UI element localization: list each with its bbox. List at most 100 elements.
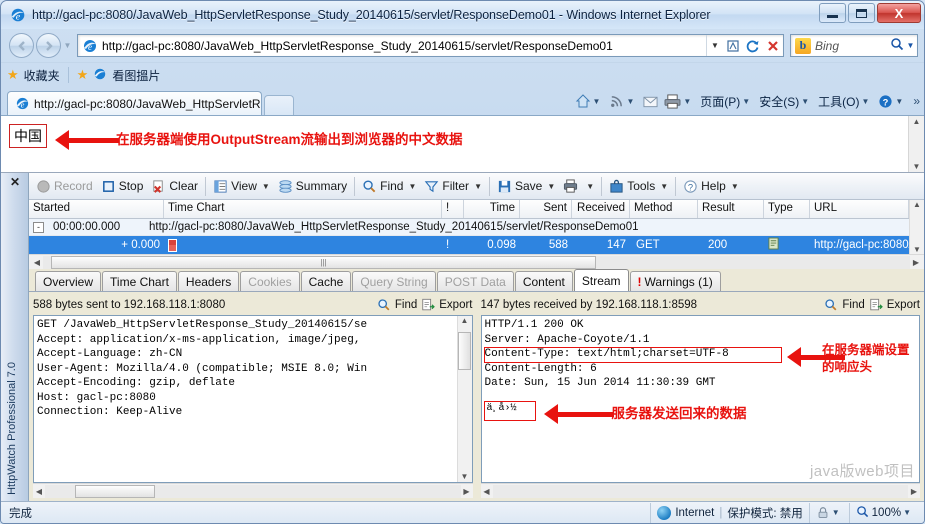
chevron-down-icon[interactable]: ▼ (593, 97, 601, 106)
new-tab-button[interactable] (264, 95, 294, 115)
compatibility-view-icon[interactable] (723, 35, 743, 56)
search-icon[interactable] (890, 37, 904, 54)
table-row[interactable]: - 00:00:00.000 http://gacl-pc:8080/JavaW… (29, 219, 909, 236)
browser-tab[interactable]: e http://gacl-pc:8080/JavaWeb_HttpServle… (7, 91, 262, 115)
url-dropdown-icon[interactable]: ▼ (706, 35, 723, 56)
tab-warnings[interactable]: ! Warnings (1) (629, 271, 721, 291)
chevron-down-icon[interactable]: ▼ (903, 508, 911, 517)
scroll-thumb[interactable] (458, 332, 471, 370)
scroll-track[interactable] (45, 484, 461, 498)
tab-headers[interactable]: Headers (177, 271, 240, 291)
chevron-down-icon[interactable]: ▼ (861, 97, 869, 106)
request-find-label[interactable]: Find (395, 299, 417, 311)
request-stream-box[interactable]: GET /JavaWeb_HttpServletResponse_Study_2… (33, 315, 473, 483)
chevron-down-icon[interactable]: ▼ (660, 182, 668, 191)
page-menu[interactable]: 页面(P) ▼ (698, 93, 755, 110)
record-button[interactable]: Record (32, 175, 97, 197)
tools-button[interactable]: Tools ▼ (605, 175, 672, 197)
tab-overview[interactable]: Overview (35, 271, 102, 291)
help-button[interactable]: ? Help ▼ (679, 175, 743, 197)
grid-horizontal-scrollbar[interactable]: ◀ ||| ▶ (29, 254, 924, 269)
column-url[interactable]: URL (810, 200, 909, 218)
scroll-down-icon[interactable]: ▼ (913, 162, 921, 171)
chevron-down-icon[interactable]: ▼ (547, 182, 555, 191)
response-export-label[interactable]: Export (887, 299, 920, 311)
chevron-down-icon[interactable]: ▼ (262, 182, 270, 191)
favorites-label[interactable]: 收藏夹 (24, 67, 60, 84)
overflow-chevron-icon[interactable]: » (913, 94, 920, 108)
chevron-down-icon[interactable]: ▼ (586, 182, 594, 191)
response-horizontal-scrollbar[interactable]: ◀ ▶ (480, 483, 920, 498)
home-button[interactable]: ▼ (573, 93, 606, 109)
scroll-right-icon[interactable]: ▶ (910, 258, 922, 267)
help-menu[interactable]: ? ▼ (876, 94, 908, 109)
chevron-down-icon[interactable]: ▼ (742, 97, 750, 106)
export-icon[interactable] (869, 298, 883, 312)
export-icon[interactable] (421, 298, 436, 312)
scroll-right-icon[interactable]: ▶ (908, 487, 920, 496)
chevron-down-icon[interactable]: ▼ (474, 182, 482, 191)
close-icon[interactable]: ✕ (10, 175, 20, 189)
chevron-down-icon[interactable]: ▼ (683, 97, 691, 106)
scroll-track[interactable]: ||| (43, 255, 910, 269)
scroll-track[interactable] (492, 484, 908, 498)
column-received[interactable]: Received (572, 200, 630, 218)
close-button[interactable]: X (877, 3, 921, 23)
filter-button[interactable]: Filter ▼ (420, 175, 486, 197)
url-bar[interactable]: e http://gacl-pc:8080/JavaWeb_HttpServle… (77, 34, 784, 57)
page-vertical-scrollbar[interactable]: ▲ ▼ (908, 116, 924, 172)
column-type[interactable]: Type (764, 200, 810, 218)
chevron-down-icon[interactable]: ▼ (832, 508, 840, 517)
response-stream-box[interactable]: HTTP/1.1 200 OK Server: Apache-Coyote/1.… (480, 315, 920, 483)
column-result[interactable]: Result (698, 200, 764, 218)
summary-button[interactable]: Summary (274, 175, 351, 197)
search-dropdown-icon[interactable]: ▼ (904, 41, 917, 50)
response-find-label[interactable]: Find (842, 299, 864, 311)
column-sent[interactable]: Sent (520, 200, 572, 218)
url-text[interactable]: http://gacl-pc:8080/JavaWeb_HttpServletR… (102, 39, 706, 53)
maximize-button[interactable] (848, 3, 875, 23)
grid-vertical-scrollbar[interactable]: ▲ ▼ (909, 200, 924, 254)
scroll-thumb[interactable]: ||| (51, 255, 596, 269)
chevron-down-icon[interactable]: ▼ (895, 97, 903, 106)
scroll-thumb[interactable] (75, 484, 155, 498)
column-method[interactable]: Method (630, 200, 698, 218)
safety-menu[interactable]: 安全(S) ▼ (757, 93, 814, 110)
expander-icon[interactable]: - (33, 221, 44, 233)
find-button[interactable]: Find ▼ (358, 175, 420, 197)
feeds-button[interactable]: ▼ (607, 94, 639, 109)
stop-button[interactable]: Stop (97, 175, 148, 197)
refresh-icon[interactable] (743, 35, 763, 56)
table-row[interactable]: + 0.000 ! 0.098 588 147 GET 200 http://g… (29, 236, 909, 254)
scroll-left-icon[interactable]: ◀ (481, 487, 493, 496)
scroll-up-icon[interactable]: ▲ (913, 200, 921, 209)
request-vertical-scrollbar[interactable]: ▲ ▼ (456, 316, 472, 482)
scroll-down-icon[interactable]: ▼ (913, 245, 921, 254)
favorites-star-icon[interactable]: ★ (7, 67, 19, 83)
tools-menu[interactable]: 工具(O) ▼ (816, 93, 874, 110)
tab-content[interactable]: Content (514, 271, 573, 291)
scroll-down-icon[interactable]: ▼ (461, 472, 469, 481)
chevron-down-icon[interactable]: ▼ (801, 97, 809, 106)
column-warning[interactable]: ! (442, 200, 464, 218)
column-time-chart[interactable]: Time Chart (164, 200, 442, 218)
back-button[interactable] (9, 33, 34, 58)
history-dropdown-icon[interactable]: ▼ (61, 41, 74, 50)
scroll-up-icon[interactable]: ▲ (461, 316, 469, 325)
chevron-down-icon[interactable]: ▼ (408, 182, 416, 191)
print-button[interactable]: ▼ (662, 93, 696, 109)
read-mail-button[interactable] (641, 95, 660, 108)
favorite-item-label[interactable]: 看图搵片 (112, 67, 160, 84)
scroll-left-icon[interactable]: ◀ (33, 487, 45, 496)
add-favorite-icon[interactable]: ★ (77, 67, 89, 83)
column-started[interactable]: Started (29, 200, 164, 218)
tab-stream[interactable]: Stream (573, 269, 629, 291)
minimize-button[interactable] (819, 3, 846, 23)
security-zone[interactable]: Internet | 保护模式: 禁用 (650, 502, 808, 523)
request-export-label[interactable]: Export (439, 299, 472, 311)
tab-cache[interactable]: Cache (300, 271, 352, 291)
view-button[interactable]: View ▼ (209, 175, 274, 197)
clear-button[interactable]: Clear (147, 175, 202, 197)
scroll-up-icon[interactable]: ▲ (913, 117, 921, 126)
search-box[interactable]: b Bing ▼ (790, 34, 918, 57)
